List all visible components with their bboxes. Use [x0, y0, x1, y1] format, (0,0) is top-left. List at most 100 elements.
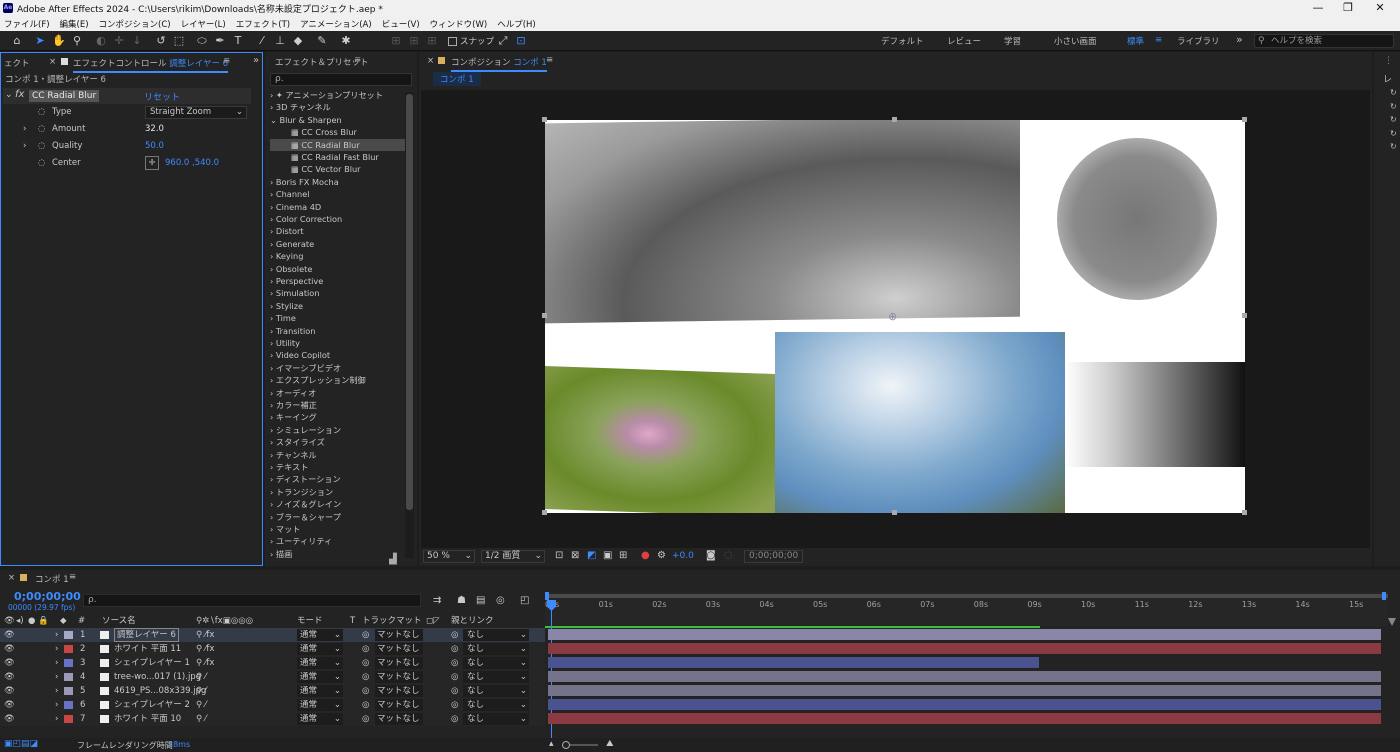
timeline-tab[interactable]: コンポ 1 — [35, 573, 69, 585]
move-tool-icon[interactable]: ✛ — [111, 33, 127, 49]
effect-list-item[interactable]: › Boris FX Mocha — [270, 176, 405, 188]
show-snapshot-icon[interactable]: ◌ — [724, 550, 733, 561]
effect-list-item[interactable]: › Video Copilot — [270, 349, 405, 361]
effects-scroll-thumb[interactable] — [406, 94, 413, 510]
effect-list-item[interactable]: ▦ CC Cross Blur — [270, 126, 405, 138]
effect-list-item[interactable]: › ディストーション — [270, 473, 405, 485]
timeline-search-input[interactable]: ρ. — [83, 594, 421, 607]
trackmatte-dropdown[interactable]: マットなし — [375, 671, 423, 683]
panel-menu-icon[interactable]: ≡ — [69, 572, 76, 582]
effect-list-item[interactable]: › Keying — [270, 250, 405, 262]
effect-list-item[interactable]: › Simulation — [270, 287, 405, 299]
effect-list-item[interactable]: ▦ CC Radial Fast Blur — [270, 151, 405, 163]
layer-name[interactable]: 4619_PS...08x339.jpg — [114, 684, 206, 698]
help-search-input[interactable]: ⚲ ヘルプを検索 — [1254, 34, 1394, 48]
close-icon[interactable]: × — [49, 57, 56, 67]
effects-search-input[interactable]: ρ. — [270, 73, 412, 86]
hand-tool-icon[interactable]: ✋ — [51, 33, 67, 49]
menu-item[interactable]: ファイル(F) — [4, 18, 50, 30]
fast-preview-icon[interactable]: ⊡ — [555, 550, 563, 561]
work-area-end[interactable] — [1382, 592, 1386, 600]
axis-view-icon[interactable]: ⊞ — [424, 33, 440, 49]
more-workspaces-icon[interactable]: » — [1236, 33, 1243, 46]
effect-list-item[interactable]: › トランジション — [270, 486, 405, 498]
motion-blur-icon[interactable]: ◎ — [496, 595, 505, 606]
collapsed-tools-icon[interactable]: ↻ ↻ ↻ ↻ ↻ — [1390, 86, 1397, 154]
stopwatch-icon[interactable]: ◌ — [38, 104, 45, 120]
pen-tool-icon[interactable]: ✒ — [212, 33, 228, 49]
blend-mode-dropdown[interactable]: 通常 ⌄ — [297, 671, 343, 683]
effect-list-item[interactable]: › オーディオ — [270, 387, 405, 399]
matte-pickwhip-icon[interactable]: ◎ — [362, 670, 369, 684]
text-tool-icon[interactable]: T — [230, 33, 246, 49]
eye-icon[interactable]: 👁 — [4, 712, 15, 726]
eye-icon[interactable]: 👁 — [4, 628, 15, 642]
effect-controls-tab[interactable]: エフェクトコントロール 調整レイヤー 6 — [73, 57, 229, 73]
effect-list-item[interactable]: › スタイライズ — [270, 436, 405, 448]
parent-pickwhip-icon[interactable]: ◎ — [451, 642, 458, 656]
panel-menu-icon[interactable]: ≡ — [354, 55, 361, 65]
color-channels-icon[interactable]: ● — [641, 550, 650, 561]
eye-icon[interactable]: 👁 — [4, 670, 15, 684]
layer-switches-icon[interactable]: ⚲ ⁄fx — [196, 642, 214, 656]
eraser-tool-icon[interactable]: ◆ — [290, 33, 306, 49]
chevron-right-icon[interactable]: › — [23, 138, 26, 154]
home-icon[interactable]: ⌂ — [9, 33, 25, 49]
menu-item[interactable]: アニメーション(A) — [300, 18, 372, 30]
eye-icon[interactable]: 👁 — [4, 656, 15, 670]
effect-list-item[interactable]: ▦ CC Radial Blur — [270, 138, 405, 151]
layer-switches-icon[interactable]: ⚲ ⁄ — [196, 698, 206, 712]
effect-list-item[interactable]: › Obsolete — [270, 263, 405, 275]
quality-value[interactable]: 50.0 — [145, 138, 164, 154]
effect-list-item[interactable]: ▦ CC Vector Blur — [270, 163, 405, 175]
matte-pickwhip-icon[interactable]: ◎ — [362, 656, 369, 670]
trackmatte-dropdown[interactable]: マットなし — [375, 643, 423, 655]
comp-end-marker[interactable] — [1388, 618, 1396, 626]
parent-dropdown[interactable]: なし ⌄ — [463, 629, 529, 641]
label-color-swatch[interactable] — [64, 715, 73, 723]
layer-row[interactable]: 👁 › 6 シェイプレイヤー 2 ⚲ ⁄ 通常 ⌄ ◎ マットなし ◎ なし ⌄ — [0, 698, 545, 712]
parent-dropdown[interactable]: なし ⌄ — [463, 685, 529, 697]
composition-mini-flowchart-icon[interactable]: ⇉ — [433, 595, 441, 606]
effect-list-item[interactable]: ⌄ Blur & Sharpen — [270, 114, 405, 126]
parent-dropdown[interactable]: なし ⌄ — [463, 699, 529, 711]
layer-duration-bar[interactable] — [548, 685, 1381, 696]
effect-list-item[interactable]: › ノイズ＆グレイン — [270, 498, 405, 510]
workspace-review[interactable]: レビュー — [947, 35, 981, 47]
panel-menu-icon[interactable]: ≡ — [546, 55, 553, 65]
time-ruler[interactable] — [545, 592, 1388, 628]
effect-list-item[interactable]: › Stylize — [270, 300, 405, 312]
anchor-point-icon[interactable]: ⊕ — [888, 310, 897, 323]
transform-handle[interactable] — [892, 117, 897, 122]
layer-switches-icon[interactable]: ⚲ ⁄fx — [196, 656, 214, 670]
parent-dropdown[interactable]: なし ⌄ — [463, 643, 529, 655]
layer-duration-bar[interactable] — [548, 657, 1040, 668]
layer-name[interactable]: tree-wo...017 (1).jpg — [114, 670, 201, 684]
chevron-right-icon[interactable]: › — [55, 712, 58, 726]
zoom-tool-icon[interactable]: ⚲ — [69, 33, 85, 49]
label-color-swatch[interactable] — [64, 645, 73, 653]
trackmatte-dropdown[interactable]: マットなし — [375, 685, 423, 697]
timeline-timecode[interactable]: 0;00;00;00 — [14, 590, 81, 603]
effect-list-item[interactable]: › テキスト — [270, 461, 405, 473]
effect-list-item[interactable]: › マット — [270, 523, 405, 535]
stopwatch-icon[interactable]: ◌ — [38, 121, 45, 137]
layer-row[interactable]: 👁 › 5 4619_PS...08x339.jpg ⚲ ⁄ 通常 ⌄ ◎ マットなし ◎ なし ⌄ — [0, 684, 545, 698]
work-area-bar[interactable] — [545, 594, 1388, 598]
blend-mode-dropdown[interactable]: 通常 ⌄ — [297, 685, 343, 697]
parent-pickwhip-icon[interactable]: ◎ — [451, 698, 458, 712]
effect-list-item[interactable]: › ブラー＆シャープ — [270, 511, 405, 523]
transform-handle[interactable] — [542, 510, 547, 515]
effect-list-item[interactable]: › カラー補正 — [270, 399, 405, 411]
eye-icon[interactable]: 👁 — [4, 642, 15, 656]
parent-dropdown[interactable]: なし ⌄ — [463, 657, 529, 669]
collapsed-tab-icon[interactable]: レ — [1383, 72, 1392, 85]
layer-duration-bar[interactable] — [548, 629, 1381, 640]
effect-list-item[interactable]: › キーイング — [270, 411, 405, 423]
parent-pickwhip-icon[interactable]: ◎ — [451, 670, 458, 684]
more-icon[interactable]: ⋮ — [1384, 56, 1393, 66]
axis-world-icon[interactable]: ⊞ — [406, 33, 422, 49]
close-icon[interactable]: × — [427, 56, 434, 66]
blend-mode-dropdown[interactable]: 通常 ⌄ — [297, 699, 343, 711]
menu-item[interactable]: ウィンドウ(W) — [430, 18, 488, 30]
